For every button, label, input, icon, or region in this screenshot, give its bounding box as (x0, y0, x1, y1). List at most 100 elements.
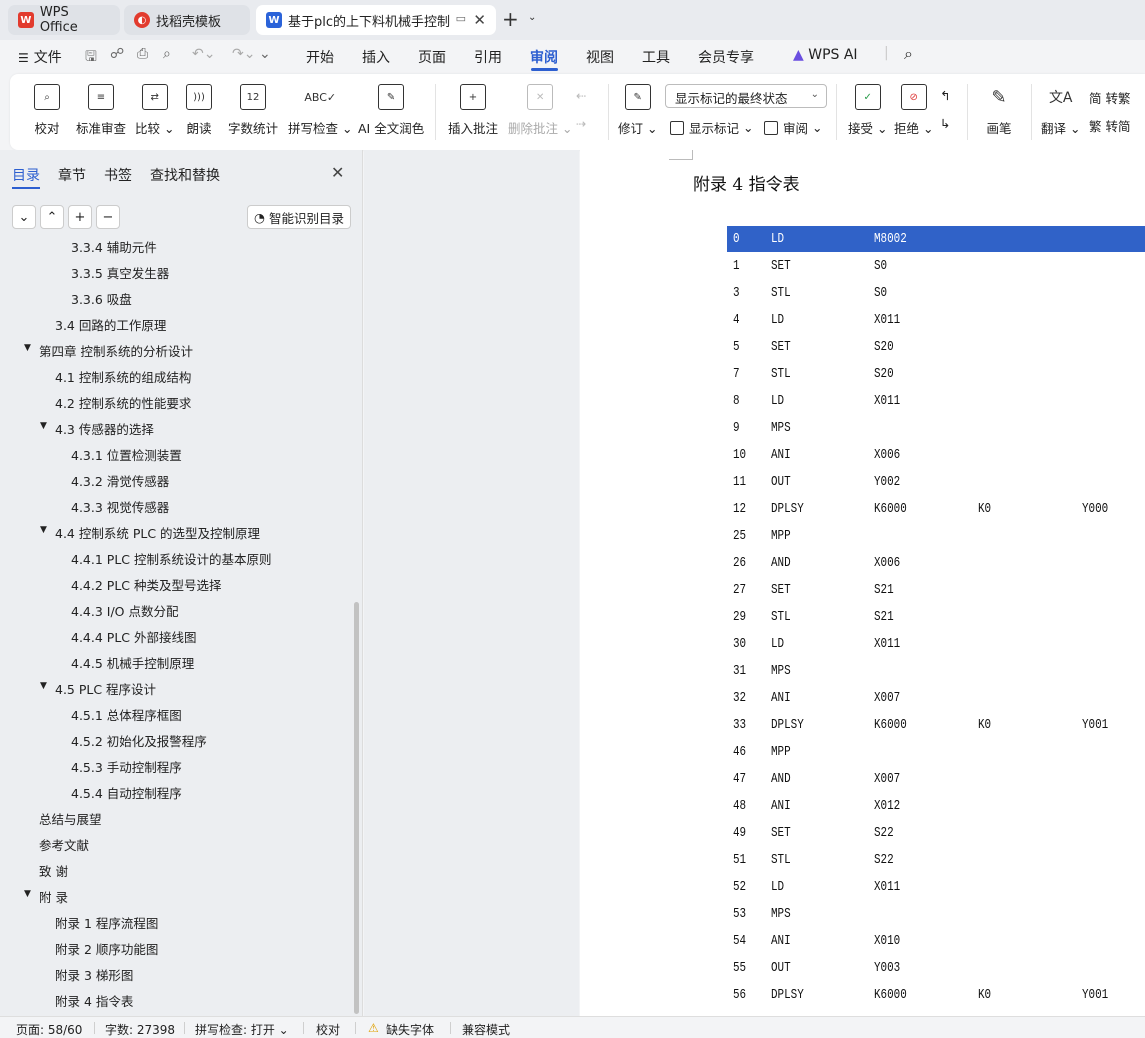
delete-comment-button[interactable]: ✕ 删除批注 ⌄ (508, 84, 572, 137)
document-page[interactable]: 附录 4 指令表 0 LD M8002 1 SET S0 3 STL S0 4 LD X011 5 SET… (580, 150, 1145, 1016)
toc-item[interactable]: 3.3.4 辅助元件 (71, 238, 157, 256)
toc-item[interactable]: 4.5.2 初始化及报警程序 (71, 731, 207, 750)
instruction-row: 46 MPP (727, 739, 1145, 765)
menu-view[interactable]: 视图 (586, 47, 614, 67)
toc-item[interactable]: 附录 2 顺序功能图 (55, 939, 158, 958)
toc-item[interactable]: 4.3.2 滑觉传感器 (71, 471, 169, 490)
next-comment-icon[interactable]: ⇢ (576, 116, 586, 131)
menu-page[interactable]: 页面 (418, 47, 446, 67)
expand-plus-button[interactable]: + (68, 205, 92, 229)
word-count-button[interactable]: 12 字数统计 (228, 84, 278, 137)
toc-item[interactable]: 附录 3 梯形图 (55, 965, 133, 984)
tab-find-replace[interactable]: 查找和替换 (150, 165, 220, 185)
toc-item[interactable]: 4.3 传感器的选择 (55, 419, 154, 438)
print-preview-icon[interactable]: ⌕ (163, 46, 171, 62)
spell-check-status[interactable]: 拼写检查: 打开 ⌄ (195, 1021, 289, 1038)
tab-document[interactable]: W 基于plc的上下料机械手控制系 ▭ ✕ (256, 5, 496, 35)
insert-comment-button[interactable]: + 插入批注 (448, 84, 498, 137)
more-chevron-icon[interactable]: ⌄ (259, 46, 271, 62)
file-menu[interactable]: ☰ 文件 (18, 47, 62, 67)
toc-item[interactable]: 附 录 (39, 887, 68, 906)
read-aloud-button[interactable]: ))) 朗读 (186, 84, 212, 137)
toc-item[interactable]: 4.5.3 手动控制程序 (71, 757, 182, 776)
collapse-minus-button[interactable]: − (96, 205, 120, 229)
toc-item[interactable]: 3.3.6 吸盘 (71, 289, 132, 308)
review-pane-button[interactable]: 审阅 ⌄ (764, 118, 822, 137)
print-icon[interactable]: ⎙ (137, 46, 148, 62)
menu-references[interactable]: 引用 (474, 47, 502, 67)
standard-review-button[interactable]: ≡ 标准审查 (76, 84, 126, 137)
toc-item[interactable]: 4.3.3 视觉传感器 (71, 497, 169, 516)
chevron-down-icon[interactable]: ⌄ (528, 12, 536, 23)
search-icon[interactable]: ⌕ (904, 44, 913, 64)
scrollbar[interactable] (354, 602, 359, 1014)
share-icon[interactable]: ☍ (110, 46, 124, 62)
redo-icon[interactable]: ↷⌄ (232, 46, 255, 62)
prev-change-icon[interactable]: ↰ (940, 88, 950, 103)
tab-bookmarks[interactable]: 书签 (104, 165, 132, 185)
toc-item[interactable]: 4.2 控制系统的性能要求 (55, 393, 191, 412)
toc-item[interactable]: 4.4.3 I/O 点数分配 (71, 601, 179, 620)
toc-item[interactable]: 4.5.1 总体程序框图 (71, 705, 182, 724)
toc-item[interactable]: 4.3.1 位置检测装置 (71, 445, 182, 464)
pen-button[interactable]: ✎ 画笔 (986, 84, 1012, 137)
toc-item[interactable]: 附录 4 指令表 (55, 991, 133, 1010)
accept-button[interactable]: ✓ 接受 ⌄ (848, 84, 887, 137)
compare-button[interactable]: ⇄ 比较 ⌄ (135, 84, 174, 137)
missing-font-status[interactable]: 缺失字体 (386, 1021, 434, 1038)
spell-check-button[interactable]: ABC✓ 拼写检查 ⌄ (288, 84, 352, 137)
ai-polish-button[interactable]: ✎ AI 全文润色 (358, 84, 424, 137)
toc-item[interactable]: 4.4.5 机械手控制原理 (71, 653, 194, 672)
toc-item[interactable]: 4.4 控制系统 PLC 的选型及控制原理 (55, 523, 260, 542)
menu-insert[interactable]: 插入 (362, 47, 390, 67)
proofread-status[interactable]: 校对 (316, 1021, 340, 1038)
word-count-status[interactable]: 字数: 27398 (105, 1021, 175, 1038)
toc-item[interactable]: 3.3.5 真空发生器 (71, 263, 169, 282)
next-change-icon[interactable]: ↳ (940, 116, 950, 131)
tab-template[interactable]: ◐ 找稻壳模板 (124, 5, 250, 35)
reject-button[interactable]: ⊘ 拒绝 ⌄ (894, 84, 933, 137)
toc-item[interactable]: 第四章 控制系统的分析设计 (39, 341, 193, 360)
markup-state-dropdown[interactable]: 显示标记的最终状态 ⌄ (665, 84, 827, 108)
to-traditional-button[interactable]: 简转繁 (1089, 88, 1131, 107)
close-icon[interactable]: ✕ (331, 163, 344, 182)
tab-wps-office[interactable]: W WPS Office (8, 5, 120, 35)
tab-toc[interactable]: 目录 (12, 165, 40, 185)
to-simplified-button[interactable]: 繁转简 (1089, 116, 1131, 135)
toc-item[interactable]: 4.4.2 PLC 种类及型号选择 (71, 575, 221, 594)
expand-arrow-icon[interactable]: ▼ (40, 421, 47, 431)
toc-item[interactable]: 3.4 回路的工作原理 (55, 315, 166, 334)
toc-item[interactable]: 4.4.4 PLC 外部接线图 (71, 627, 196, 646)
smart-toc-button[interactable]: ◔ 智能识别目录 (247, 205, 351, 229)
menu-tools[interactable]: 工具 (642, 47, 670, 67)
collapse-down-button[interactable]: ⌄ (12, 205, 36, 229)
save-icon[interactable]: 🖫 (85, 46, 97, 70)
expand-arrow-icon[interactable]: ▼ (40, 681, 47, 691)
toc-item[interactable]: 4.5 PLC 程序设计 (55, 679, 156, 698)
expand-arrow-icon[interactable]: ▼ (40, 525, 47, 535)
tab-sections[interactable]: 章节 (58, 165, 86, 185)
expand-arrow-icon[interactable]: ▼ (24, 889, 31, 899)
toc-item[interactable]: 致 谢 (39, 861, 68, 880)
new-tab-icon[interactable]: + (502, 9, 519, 29)
prev-comment-icon[interactable]: ⇠ (576, 88, 586, 103)
expand-arrow-icon[interactable]: ▼ (24, 343, 31, 353)
close-tab-icon[interactable]: ✕ (473, 11, 486, 29)
translate-button[interactable]: 文A 翻译 ⌄ (1041, 84, 1080, 137)
undo-icon[interactable]: ↶⌄ (192, 46, 215, 62)
page-indicator[interactable]: 页面: 58/60 (16, 1021, 82, 1038)
menu-start[interactable]: 开始 (306, 47, 334, 67)
menu-review[interactable]: 审阅 (530, 47, 558, 67)
toc-item[interactable]: 4.4.1 PLC 控制系统设计的基本原则 (71, 549, 271, 568)
toc-item[interactable]: 总结与展望 (39, 809, 102, 828)
menu-membership[interactable]: 会员专享 (698, 47, 754, 67)
collapse-up-button[interactable]: ⌃ (40, 205, 64, 229)
toc-item[interactable]: 参考文献 (39, 835, 89, 854)
show-markup-button[interactable]: 显示标记 ⌄ (670, 118, 753, 137)
menu-wps-ai[interactable]: ▲ WPS AI (793, 47, 858, 63)
track-changes-button[interactable]: ✎ 修订 ⌄ (618, 84, 657, 137)
proofread-button[interactable]: ⌕ 校对 (34, 84, 60, 137)
toc-item[interactable]: 4.5.4 自动控制程序 (71, 783, 182, 802)
toc-item[interactable]: 4.1 控制系统的组成结构 (55, 367, 191, 386)
toc-item[interactable]: 附录 1 程序流程图 (55, 913, 158, 932)
